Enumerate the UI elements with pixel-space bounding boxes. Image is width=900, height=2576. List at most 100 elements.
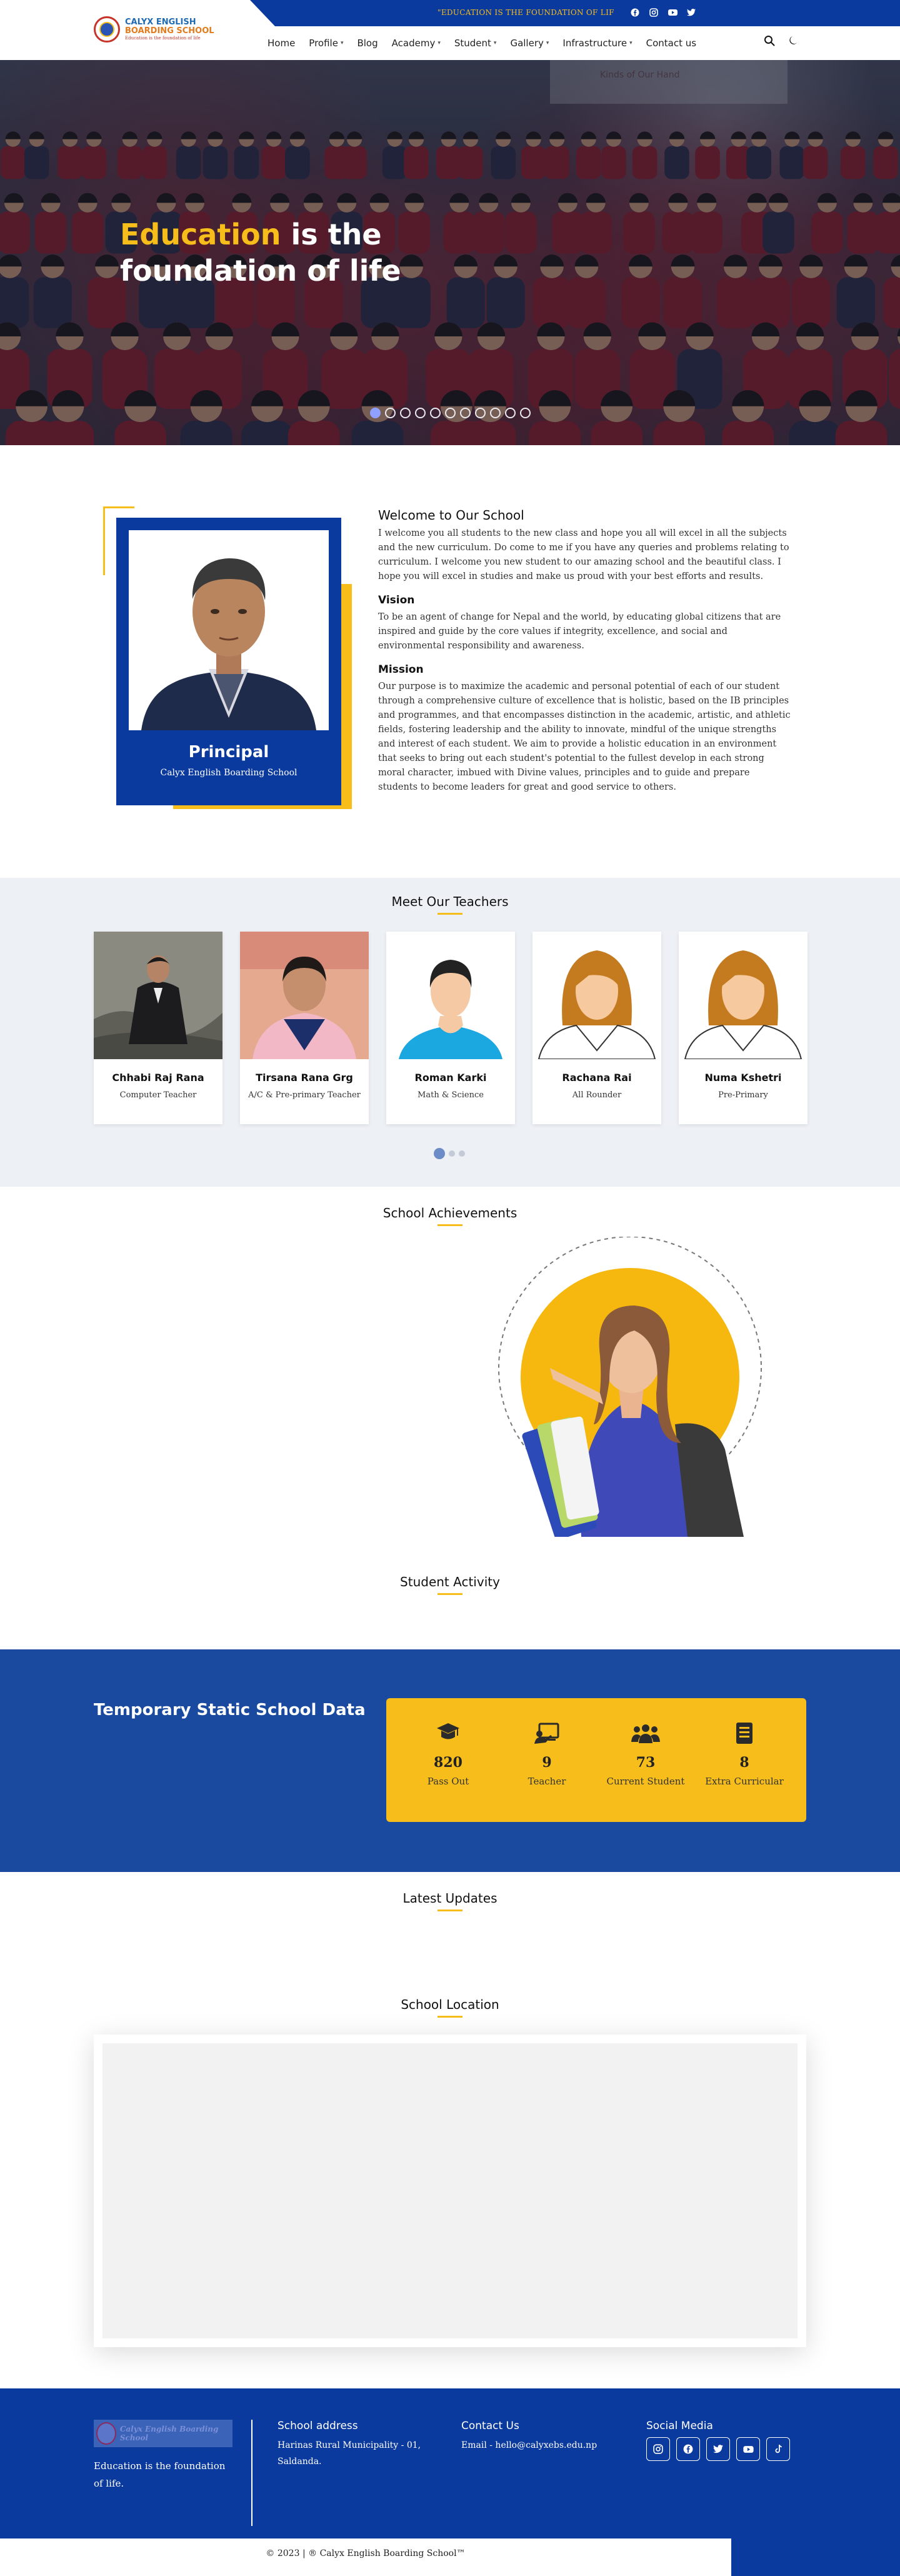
- users-icon: [602, 1721, 689, 1746]
- footer-address-heading: School address: [278, 2420, 358, 2432]
- chevron-down-icon: ▾: [340, 40, 344, 46]
- facebook-icon[interactable]: [676, 2437, 700, 2461]
- hero-slide-dot[interactable]: [505, 408, 516, 418]
- footer-address-text: Harinas Rural Municipality - 01, Saldand…: [278, 2440, 421, 2467]
- hero-slide-dot[interactable]: [415, 408, 426, 418]
- stat-label: Pass Out: [427, 1776, 469, 1787]
- teacher-card[interactable]: Numa Kshetri Pre-Primary: [679, 932, 808, 1124]
- teacher-role: Math & Science: [418, 1090, 484, 1100]
- hero-slide-dot[interactable]: [490, 408, 501, 418]
- teacher-card[interactable]: Tirsana Rana Grg A/C & Pre-primary Teach…: [240, 932, 369, 1124]
- teacher-photo: [94, 932, 222, 1059]
- teacher-photo: [679, 932, 808, 1059]
- teacher-role: Pre-Primary: [718, 1090, 768, 1100]
- welcome-text-block: Welcome to Our School I welcome you all …: [378, 508, 791, 795]
- stat-value: 820: [434, 1754, 462, 1771]
- logo-text: CALYX ENGLISH BOARDING SCHOOL Education …: [125, 18, 214, 41]
- teacher-card[interactable]: Chhabi Raj Rana Computer Teacher: [94, 932, 222, 1124]
- achievements-section: School Achievements Student Activity: [0, 1187, 900, 1649]
- stat-label: Extra Curricular: [705, 1776, 784, 1787]
- stat-value: 73: [636, 1754, 656, 1771]
- footer-tagline: Education is the foundation of life.: [94, 2460, 226, 2489]
- logo-line-3: Education is the foundation of life: [125, 36, 201, 41]
- hero-slide-dot[interactable]: [385, 408, 396, 418]
- principal-subtitle: Calyx English Boarding School: [160, 768, 298, 778]
- hero-title-accent: Education: [120, 218, 281, 251]
- stat-pass-out: 820 Pass Out: [404, 1698, 492, 1822]
- chevron-down-icon: ▾: [493, 40, 497, 46]
- site-header: CALYX ENGLISH BOARDING SCHOOL Education …: [0, 0, 900, 60]
- youtube-icon[interactable]: [736, 2437, 760, 2461]
- stat-extra-curricular: 8 Extra Curricular: [701, 1698, 788, 1822]
- hero-slide-dot[interactable]: [445, 408, 456, 418]
- hero-slide-dot[interactable]: [370, 408, 381, 418]
- welcome-section: Principal Calyx English Boarding School …: [0, 445, 900, 878]
- teacher-name: Numa Kshetri: [704, 1072, 782, 1084]
- nav-contact[interactable]: Contact us: [646, 38, 696, 49]
- decor-line: [103, 506, 134, 508]
- updates-title: Latest Updates: [402, 1891, 498, 1906]
- tiktok-icon[interactable]: [766, 2437, 790, 2461]
- chevron-down-icon: ▾: [438, 40, 441, 46]
- school-logo[interactable]: CALYX ENGLISH BOARDING SCHOOL Education …: [94, 16, 214, 43]
- principal-title: Principal: [188, 743, 269, 762]
- main-nav: Home Profile ▾ Blog Academy ▾ Student ▾ Gal…: [268, 38, 696, 49]
- achievements-title: School Achievements: [382, 1205, 518, 1220]
- hero-slide-dot[interactable]: [460, 408, 471, 418]
- mission-text: Our purpose is to maximize the academic …: [378, 682, 791, 792]
- nav-academy[interactable]: Academy ▾: [392, 38, 441, 49]
- teacher-card[interactable]: Roman Karki Math & Science: [386, 932, 515, 1124]
- carousel-dot[interactable]: [449, 1150, 455, 1157]
- teacher-name: Chhabi Raj Rana: [112, 1072, 204, 1084]
- footer-contact: Contact Us Email - hello@calyxebs.edu.np: [461, 2420, 624, 2453]
- nav-home[interactable]: Home: [268, 38, 295, 49]
- dark-mode-icon[interactable]: [789, 35, 799, 49]
- teacher-photo: [240, 932, 369, 1059]
- title-underline: [438, 913, 462, 915]
- nav-blog[interactable]: Blog: [357, 38, 378, 49]
- hero-title: Education is the foundation of life: [120, 216, 401, 289]
- footer-logo[interactable]: Calyx English Boarding School: [94, 2420, 232, 2447]
- principal-card: Principal Calyx English Boarding School: [116, 518, 341, 805]
- nav-profile[interactable]: Profile ▾: [309, 38, 343, 49]
- teachers-section: Meet Our Teachers Chhabi Raj Rana Comput…: [0, 878, 900, 1187]
- teacher-photo: [532, 932, 661, 1059]
- stat-label: Current Student: [606, 1776, 685, 1787]
- footer-address: School address Harinas Rural Municipalit…: [278, 2420, 434, 2470]
- welcome-heading: Welcome to Our School: [378, 508, 524, 523]
- twitter-icon[interactable]: [706, 2437, 730, 2461]
- welcome-intro: I welcome you all students to the new cl…: [378, 528, 789, 581]
- hero-slide-dot[interactable]: [520, 408, 531, 418]
- map-card: [94, 2035, 806, 2347]
- footer-divider: [251, 2420, 252, 2526]
- school-location-map[interactable]: [102, 2043, 798, 2338]
- title-underline: [438, 1224, 462, 1226]
- teacher-name: Roman Karki: [414, 1072, 487, 1084]
- hero-slide-dot[interactable]: [430, 408, 441, 418]
- teachers-title: Meet Our Teachers: [391, 894, 509, 909]
- vision-heading: Vision: [378, 594, 415, 606]
- teacher-card[interactable]: Rachana Rai All Rounder: [532, 932, 661, 1124]
- footer-logo-emblem: [96, 2422, 116, 2445]
- search-icon[interactable]: [764, 35, 775, 49]
- title-underline: [438, 2016, 462, 2018]
- hero-slide-dot[interactable]: [475, 408, 486, 418]
- stat-label: Teacher: [528, 1776, 566, 1787]
- student-illustration: [498, 1237, 762, 1537]
- instagram-icon[interactable]: [646, 2437, 670, 2461]
- logo-emblem: [94, 16, 120, 43]
- hero-banner: Kinds of Our Hand Education is the found…: [0, 60, 900, 445]
- footer-email[interactable]: Email - hello@calyxebs.edu.np: [461, 2437, 624, 2453]
- nav-infrastructure[interactable]: Infrastructure ▾: [562, 38, 632, 49]
- decor-line: [103, 506, 105, 575]
- teacher-role: A/C & Pre-primary Teacher: [248, 1090, 361, 1100]
- carousel-dot[interactable]: [459, 1150, 465, 1157]
- vision-text: To be an agent of change for Nepal and t…: [378, 612, 781, 651]
- carousel-dot[interactable]: [434, 1148, 445, 1159]
- nav-student[interactable]: Student ▾: [454, 38, 497, 49]
- nav-gallery[interactable]: Gallery ▾: [510, 38, 549, 49]
- hero-slide-dot[interactable]: [400, 408, 411, 418]
- document-list-icon: [701, 1721, 788, 1746]
- stat-teacher: 9 Teacher: [503, 1698, 591, 1822]
- teacher-carousel-dots: [434, 1148, 465, 1159]
